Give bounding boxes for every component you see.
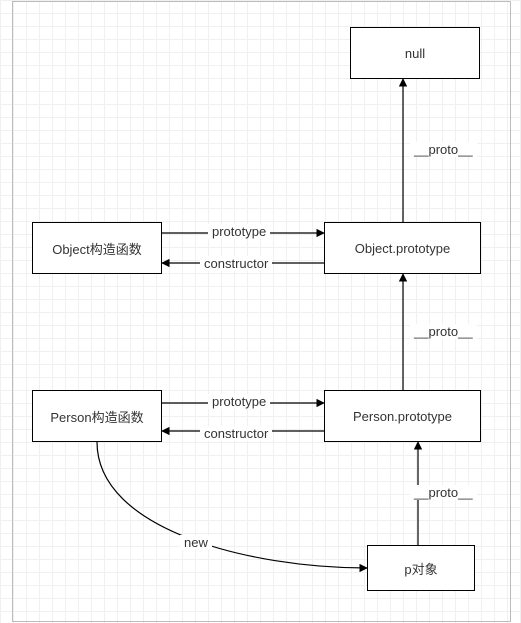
node-object-constructor-label: Object构造函数 (52, 239, 142, 258)
label-objproto-to-null: __proto__ (410, 142, 477, 157)
node-person-prototype-label: Person.prototype (353, 409, 452, 424)
node-null-label: null (405, 46, 425, 61)
node-p-object: p对象 (367, 545, 475, 591)
node-person-constructor: Person构造函数 (32, 390, 162, 442)
node-null: null (350, 27, 480, 79)
label-object-constructor-edge: constructor (200, 256, 272, 271)
label-new-edge: new (180, 535, 212, 550)
node-object-prototype: Object.prototype (324, 222, 481, 274)
node-p-object-label: p对象 (404, 559, 437, 578)
label-person-prototype-edge: prototype (208, 394, 270, 409)
label-personproto-to-objproto: __proto__ (410, 324, 477, 339)
node-person-constructor-label: Person构造函数 (50, 407, 143, 426)
diagram-frame (12, 1, 511, 622)
label-pobj-to-personproto: __proto__ (410, 485, 477, 500)
label-person-constructor-edge: constructor (200, 426, 272, 441)
node-person-prototype: Person.prototype (324, 390, 481, 442)
label-object-prototype-edge: prototype (208, 224, 270, 239)
node-object-constructor: Object构造函数 (32, 222, 162, 274)
node-object-prototype-label: Object.prototype (355, 241, 450, 256)
